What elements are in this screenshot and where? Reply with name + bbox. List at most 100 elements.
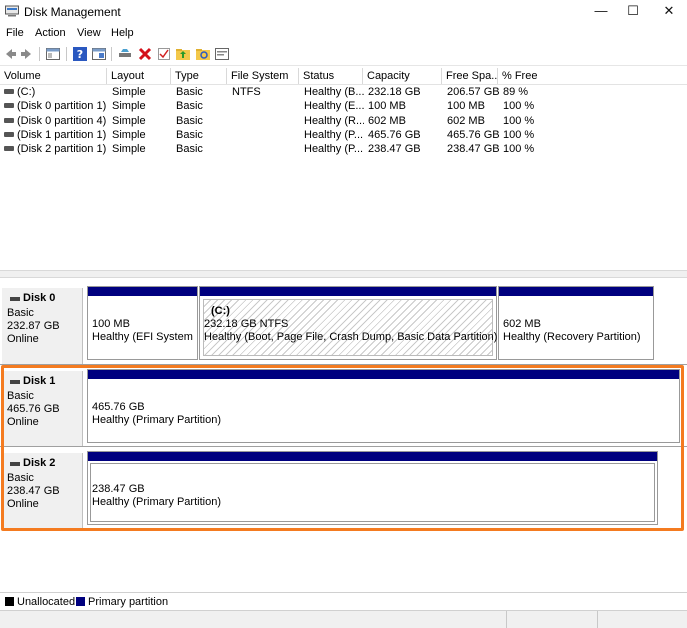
back-icon[interactable] [2,46,18,62]
status-segment [507,611,598,628]
maximize-button[interactable]: ☐ [616,0,650,23]
partition-size: 100 MB [92,318,130,330]
folder-search-icon[interactable] [195,46,211,62]
cell-free-space: 602 MB [447,114,485,127]
cell-layout: Simple [112,86,146,98]
legend: Unallocated Primary partition [0,592,687,611]
menu-help[interactable]: Help [111,27,134,39]
volume-list-header: Volume Layout Type File System Status Ca… [0,68,687,85]
properties-icon[interactable] [91,46,107,62]
cell-layout: Simple [112,114,146,127]
partition-c[interactable]: (C:) 232.18 GB NTFS Healthy (Boot, Page … [199,286,497,360]
column-file-system[interactable]: File System [227,68,299,84]
cell-capacity: 602 MB [368,114,406,127]
toolbar: ? [0,43,687,66]
cell-percent-free: 100 % [503,100,535,113]
minimize-button[interactable]: — [584,0,618,23]
cell-volume: (Disk 0 partition 1) [17,100,107,113]
disk-size: 232.87 GB [7,320,60,332]
disk1-disk2-highlight-box [1,365,684,531]
partition-status: Healthy (Boot, Page File, Crash Dump, Ba… [204,331,498,343]
partition-size: 232.18 GB NTFS [204,318,289,330]
disk-icon [10,297,20,301]
legend-swatch-primary [76,597,85,606]
partition-bar [499,287,653,296]
cell-status: Healthy (P... [304,143,364,156]
cell-percent-free: 89 % [503,86,529,98]
partition-status: Healthy (Recovery Partition) [503,331,641,343]
volume-icon [4,131,14,137]
partition-label: (C:) [211,305,230,317]
volume-row[interactable]: (Disk 2 partition 1) Simple Basic Healthy (… [0,142,687,156]
pane-splitter[interactable] [0,270,687,278]
cell-volume: (C:) [17,86,36,98]
cell-volume: (Disk 1 partition 1) [17,128,107,141]
volume-row[interactable]: (Disk 0 partition 4) Simple Basic Healthy (… [0,114,687,128]
cell-free-space: 100 MB [447,100,485,113]
partition-bar [200,287,496,296]
menu-file[interactable]: File [6,27,24,39]
title-bar: Disk Management — ☐ ✕ [0,0,687,23]
disk-row-0: Disk 0 Basic 232.87 GB Online 100 MB Hea… [0,284,687,368]
volume-icon [4,89,14,94]
cell-file-system: NTFS [232,86,261,98]
cell-type: Basic [176,143,203,156]
console-icon[interactable] [214,46,230,62]
column-status[interactable]: Status [299,68,363,84]
legend-unallocated: Unallocated [17,596,76,608]
volume-row[interactable]: (Disk 0 partition 1) Simple Basic Healthy (… [0,99,687,113]
volume-row[interactable]: (C:) Simple Basic NTFS Healthy (B... 232.18 G… [0,85,687,99]
cell-percent-free: 100 % [503,114,535,127]
partition-recovery[interactable]: 602 MB Healthy (Recovery Partition) [498,286,654,360]
folder-up-icon[interactable] [175,46,191,62]
cell-status: Healthy (E... [304,100,364,113]
disk-name: Disk 0 [23,292,56,304]
partition-status: Healthy (EFI System Pa [92,331,195,343]
cell-free-space: 238.47 GB [447,143,499,156]
column-free-space[interactable]: Free Spa... [442,68,498,84]
cell-free-space: 206.57 GB [447,86,499,98]
disk-info-0[interactable]: Disk 0 Basic 232.87 GB Online [2,288,83,364]
column-capacity[interactable]: Capacity [363,68,442,84]
disk-management-app-icon [5,5,19,17]
cell-volume: (Disk 2 partition 1) [17,143,107,156]
partition-efi[interactable]: 100 MB Healthy (EFI System Pa [87,286,198,360]
volume-icon [4,146,14,152]
status-bar [0,610,687,628]
disk-state: Online [7,333,39,345]
cell-volume: (Disk 0 partition 4) [17,114,107,127]
cell-percent-free: 100 % [503,128,535,141]
menu-action[interactable]: Action [35,27,66,39]
column-layout[interactable]: Layout [107,68,171,84]
cell-type: Basic [176,100,203,113]
column-percent-free[interactable]: % Free [498,68,687,84]
cell-capacity: 465.76 GB [368,128,421,141]
disk-type: Basic [7,307,34,319]
cell-status: Healthy (B... [304,86,364,98]
column-volume[interactable]: Volume [0,68,107,84]
check-icon[interactable] [156,46,172,62]
legend-primary-partition: Primary partition [88,596,169,608]
cell-capacity: 100 MB [368,100,406,113]
volume-icon [4,117,14,123]
cell-type: Basic [176,86,203,98]
connect-drive-icon[interactable] [117,46,133,62]
cell-free-space: 465.76 GB [447,128,499,141]
partition-bar [88,287,197,296]
close-button[interactable]: ✕ [652,0,686,23]
cell-layout: Simple [112,143,146,156]
forward-icon[interactable] [19,46,35,62]
delete-icon[interactable] [137,46,153,62]
cell-layout: Simple [112,128,146,141]
column-type[interactable]: Type [171,68,227,84]
cell-capacity: 232.18 GB [368,86,421,98]
help-icon[interactable]: ? [72,46,88,62]
volume-row[interactable]: (Disk 1 partition 1) Simple Basic Healthy (… [0,128,687,142]
console-tree-icon[interactable] [45,46,61,62]
menu-bar: File Action View Help [0,24,687,42]
cell-type: Basic [176,114,203,127]
cell-layout: Simple [112,100,146,113]
status-segment [0,611,507,628]
cell-status: Healthy (P... [304,128,364,141]
menu-view[interactable]: View [77,27,101,39]
